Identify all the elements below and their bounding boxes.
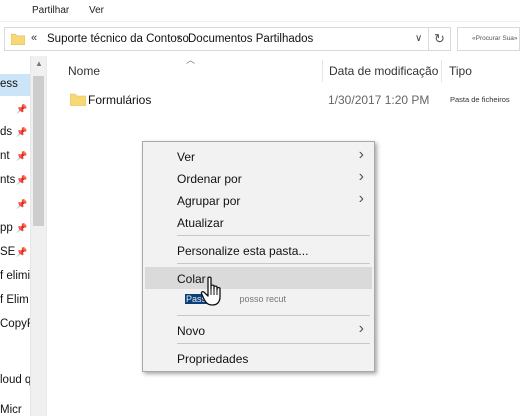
pin-icon: 📌 [16, 151, 28, 161]
nav-item[interactable]: Micr [0, 404, 22, 416]
file-type: Pasta de ficheiros [450, 95, 510, 104]
menu-separator [177, 315, 370, 316]
scroll-up-icon[interactable]: ▲ [35, 59, 43, 68]
pin-icon: 📌 [16, 247, 28, 257]
column-divider[interactable] [441, 60, 442, 82]
menu-item-customize-folder[interactable]: Personalize esta pasta... [145, 239, 372, 261]
folder-icon [70, 93, 86, 106]
menu-item-refresh[interactable]: Atualizar [145, 211, 372, 233]
nav-item[interactable]: ds [0, 126, 12, 138]
breadcrumb-item-shared-documents[interactable]: Documentos Partilhados [188, 33, 313, 45]
menu-item-sort-by[interactable]: Ordenar por › [145, 167, 372, 189]
nav-scrollbar[interactable]: ▲ [30, 56, 46, 416]
pin-icon: 📌 [16, 199, 28, 209]
menu-item-label: Atualizar [177, 216, 224, 230]
pin-icon: 📌 [16, 127, 28, 137]
tab-view[interactable]: Ver [89, 5, 104, 16]
search-placeholder: «Procurar Sua» [472, 35, 518, 42]
tab-share[interactable]: Partilhar [32, 5, 69, 16]
column-header-name[interactable]: Nome [68, 64, 100, 78]
search-input[interactable]: «Procurar Sua» [457, 27, 520, 51]
column-header-modified[interactable]: Data de modificação [329, 64, 438, 78]
folder-icon [11, 33, 25, 45]
menu-item-label: Personalize esta pasta... [177, 244, 309, 258]
menu-item-group-by[interactable]: Agrupar por › [145, 189, 372, 211]
nav-item-selected[interactable]: ess [0, 74, 30, 96]
pin-icon: 📌 [16, 223, 28, 233]
overlay-text: posso recut [239, 294, 287, 304]
menu-item-view[interactable]: Ver › [145, 145, 372, 167]
breadcrumb-separator[interactable]: › [177, 32, 181, 44]
column-header-type[interactable]: Tipo [449, 64, 472, 78]
chevron-right-icon: › [358, 320, 364, 337]
pane-divider [46, 56, 47, 416]
breadcrumb-overflow-button[interactable]: « [31, 32, 37, 44]
ribbon: Partilhar Ver [0, 0, 520, 22]
context-menu: Ver › Ordenar por › Agrupar por › Atuali… [142, 141, 375, 372]
nav-item[interactable]: nt [0, 150, 10, 162]
menu-item-label: Ver [177, 150, 196, 164]
nav-item[interactable]: f Elim [0, 294, 29, 306]
menu-item-paste[interactable]: Colar [145, 267, 372, 289]
pin-icon: 📌 [16, 175, 28, 185]
menu-separator [177, 235, 370, 236]
file-modified: 1/30/2017 1:20 PM [328, 93, 430, 107]
nav-item[interactable]: pp [0, 222, 13, 234]
menu-item-label: Novo [177, 324, 206, 338]
address-bar[interactable]: « Suporte técnico da Contoso › Documento… [4, 27, 429, 51]
nav-item-label: ess [0, 78, 18, 90]
chevron-right-icon: › [358, 146, 364, 163]
hand-pointer-icon [200, 276, 221, 306]
column-divider[interactable] [322, 60, 323, 82]
chevron-right-icon: › [358, 168, 364, 185]
menu-item-new[interactable]: Novo › [145, 319, 372, 341]
nav-item[interactable]: SE [0, 246, 15, 258]
file-row[interactable]: Formulários 1/30/2017 1:20 PM Pasta de f… [66, 89, 520, 111]
menu-item-label: Propriedades [177, 352, 249, 366]
menu-separator [177, 343, 370, 344]
nav-item[interactable]: CopyF [0, 318, 34, 330]
menu-separator [177, 263, 370, 264]
menu-item-label: Ordenar por [177, 172, 242, 186]
menu-item-label: Agrupar por [177, 194, 241, 208]
sort-ascending-icon: ︿ [186, 55, 196, 65]
refresh-button[interactable]: ↻ [429, 27, 451, 51]
menu-item-properties[interactable]: Propriedades [145, 347, 372, 369]
chevron-right-icon: › [358, 190, 364, 207]
scrollbar-thumb[interactable] [33, 76, 44, 226]
file-name: Formulários [88, 93, 152, 107]
nav-item[interactable]: nts [0, 174, 15, 186]
chevron-down-icon[interactable]: ∨ [415, 33, 422, 44]
pin-icon: 📌 [16, 104, 28, 114]
breadcrumb-item-support[interactable]: Suporte técnico da Contoso [47, 33, 189, 45]
